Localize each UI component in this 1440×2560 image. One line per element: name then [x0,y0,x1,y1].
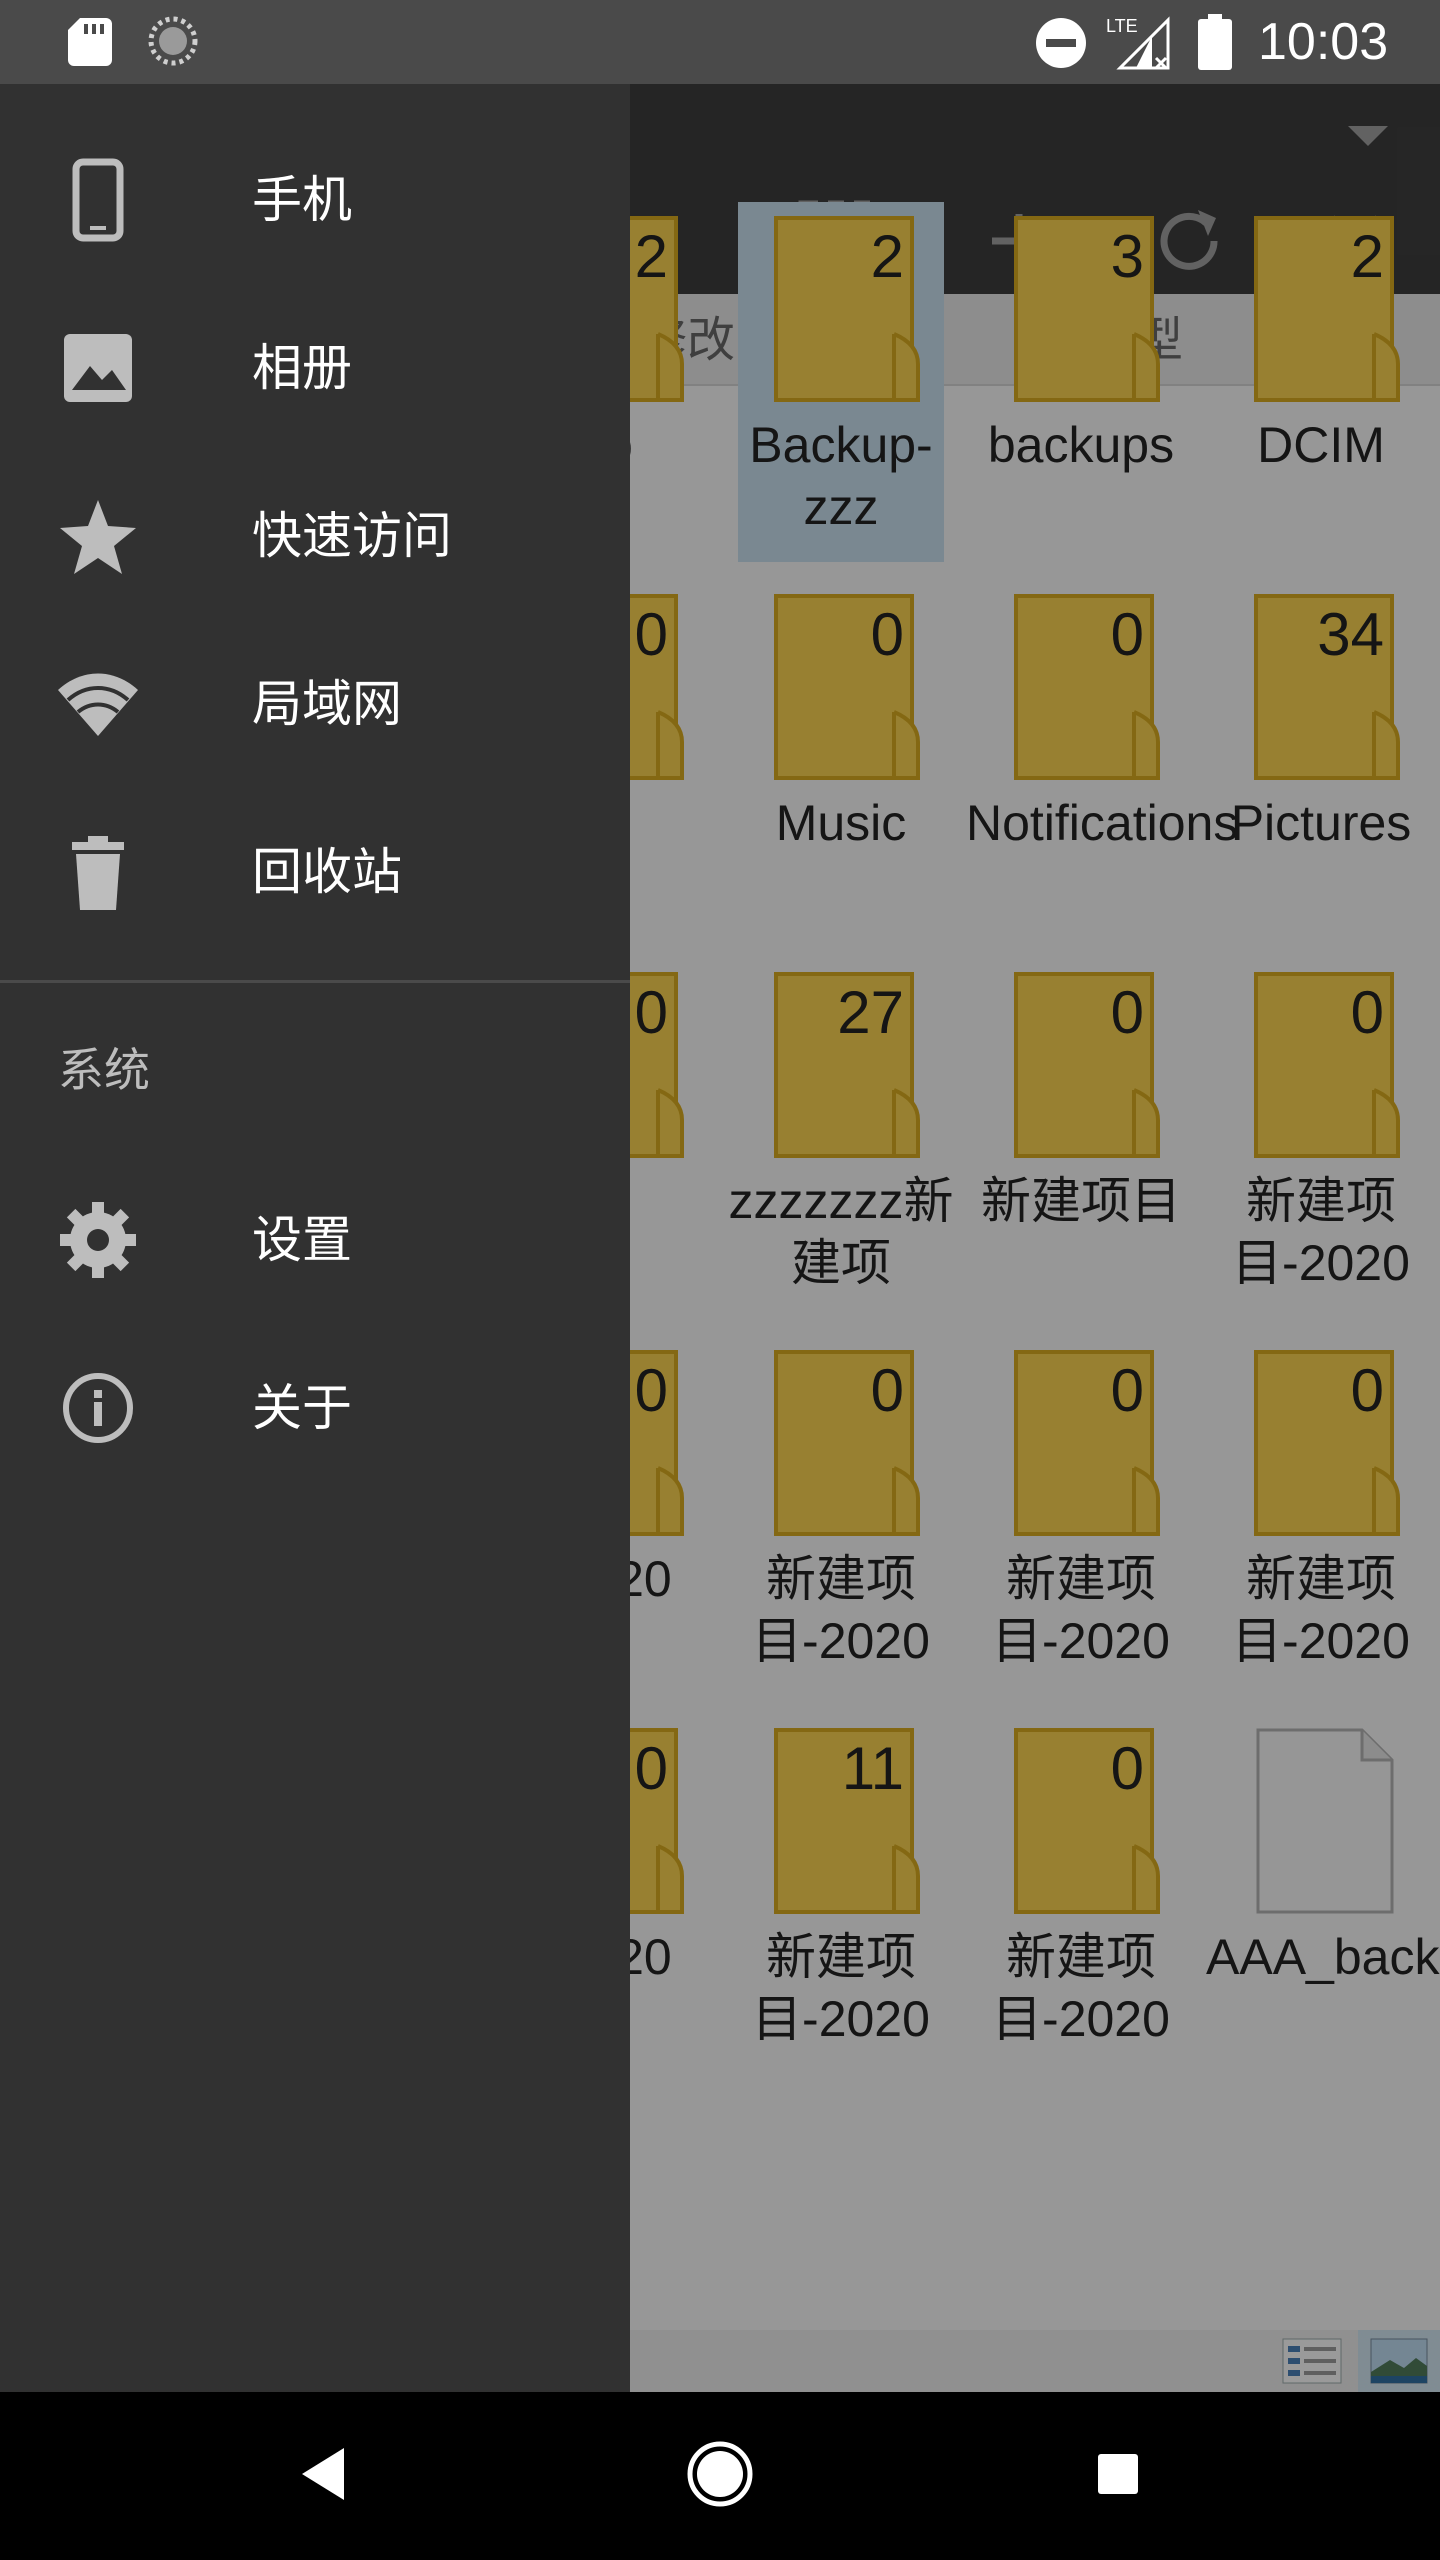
recents-icon[interactable] [1078,2434,1158,2514]
image-icon [64,334,132,402]
lte-label: LTE [1106,16,1138,36]
wifi-icon [58,673,138,736]
drawer-divider [0,980,630,983]
do-not-disturb-icon [1036,18,1086,68]
drawer-item-album[interactable]: 相册 [0,280,630,448]
drawer-item-phone[interactable]: 手机 [0,112,630,280]
back-icon[interactable] [282,2434,362,2514]
screen: { "status_bar": { "time": "10:03", "netw… [0,0,1440,2560]
signal-icon: LTE [1106,16,1170,70]
drawer-item-label: 关于 [252,1379,352,1437]
drawer-item-about[interactable]: 关于 [0,1320,630,1488]
drawer-item-label: 快速访问 [252,507,452,565]
drawer-item-settings[interactable]: 设置 [0,1152,630,1320]
drawer-item-label: 局域网 [252,675,402,733]
sd-card-icon [68,18,112,66]
drawer-item-label: 手机 [252,171,352,229]
home-icon[interactable] [680,2434,760,2514]
drawer-item-recycle-bin[interactable]: 回收站 [0,784,630,952]
drawer-item-label: 设置 [252,1211,352,1269]
section-title-system: 系统 [58,1043,150,1097]
status-bar: LTE 10:03 [0,0,1440,84]
drawer-item-quick-access[interactable]: 快速访问 [0,448,630,616]
battery-icon [1198,14,1232,70]
drawer-item-label: 回收站 [252,843,402,901]
gear-icon [60,1202,136,1278]
drawer-item-label: 相册 [252,339,352,397]
sync-icon [148,16,198,66]
star-icon [60,500,136,574]
navigation-drawer: 手机 相册 快速访问 局域网 回收站 系统 设置 关于 [0,84,630,2392]
drawer-item-lan[interactable]: 局域网 [0,616,630,784]
info-icon [63,1373,133,1443]
trash-icon [72,836,124,910]
clock: 10:03 [1258,13,1389,71]
phone-icon [72,158,124,242]
system-navigation-bar [0,2392,1440,2560]
